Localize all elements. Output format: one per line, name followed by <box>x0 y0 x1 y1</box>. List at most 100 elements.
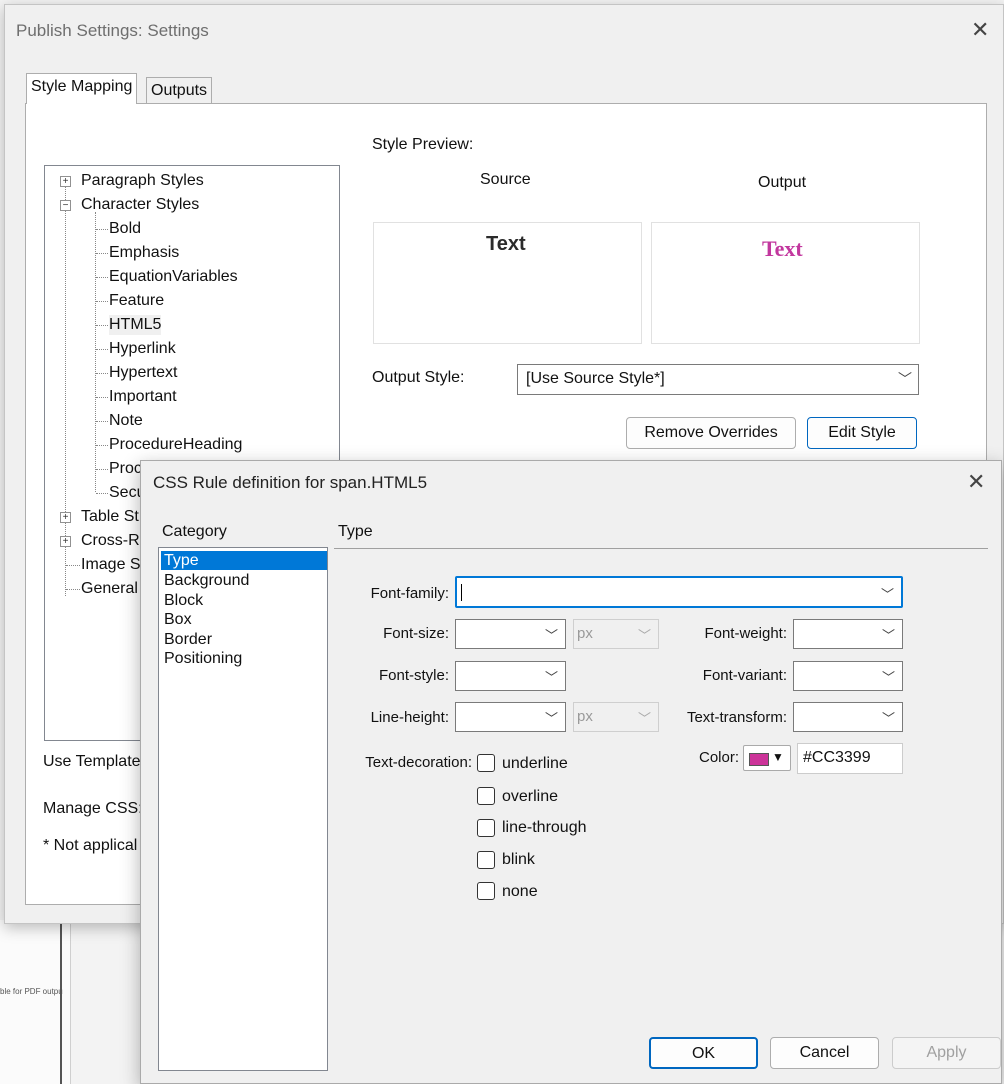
tree-item-important[interactable]: Important <box>109 387 177 407</box>
tree-item-html5[interactable]: HTML5 <box>109 315 162 335</box>
font-family-input[interactable]: ﹀ <box>455 576 903 608</box>
underline-checkbox[interactable] <box>477 754 495 772</box>
tree-item-general[interactable]: General <box>81 579 138 599</box>
line-height-unit-select[interactable]: px ﹀ <box>573 702 659 732</box>
tree-expand-icon[interactable]: + <box>60 536 71 547</box>
tree-item-hypertext[interactable]: Hypertext <box>109 363 177 383</box>
tree-line <box>96 253 108 254</box>
dialog-title: Publish Settings: Settings <box>16 21 209 40</box>
tree-line <box>96 445 108 446</box>
background-divider <box>60 920 62 1084</box>
blink-label: blink <box>502 851 535 868</box>
font-weight-label: Font-weight: <box>704 625 787 642</box>
tree-item-character-styles[interactable]: Character Styles <box>81 195 199 215</box>
category-item-block[interactable]: Block <box>164 591 203 610</box>
line-height-label: Line-height: <box>370 709 449 726</box>
output-style-select[interactable]: [Use Source Style*] ﹀ <box>517 364 919 395</box>
section-divider <box>334 548 988 549</box>
color-picker-button[interactable]: ▼ <box>743 745 791 771</box>
tree-item-procedureheading[interactable]: ProcedureHeading <box>109 435 242 455</box>
category-item-type[interactable]: Type <box>161 551 327 570</box>
line-through-label: line-through <box>502 819 587 836</box>
ok-button[interactable]: OK <box>649 1037 758 1069</box>
font-style-label: Font-style: <box>378 667 449 684</box>
manage-css-label: Manage CSS: <box>43 800 143 817</box>
chevron-down-icon: ﹀ <box>881 628 895 643</box>
close-icon[interactable]: ✕ <box>967 469 985 495</box>
tree-item-equationvariables[interactable]: EquationVariables <box>109 267 238 287</box>
category-item-background[interactable]: Background <box>164 571 249 590</box>
line-through-checkbox[interactable] <box>477 819 495 837</box>
chevron-down-icon: ﹀ <box>898 371 912 387</box>
font-size-label: Font-size: <box>383 625 449 642</box>
output-style-label: Output Style: <box>372 369 465 386</box>
close-icon[interactable]: ✕ <box>971 17 989 43</box>
use-template-label: Use Template <box>43 753 141 770</box>
chevron-down-icon: ﹀ <box>637 711 651 726</box>
category-item-positioning[interactable]: Positioning <box>164 649 242 668</box>
tree-line <box>96 349 108 350</box>
chevron-down-icon: ﹀ <box>637 628 651 643</box>
chevron-down-icon: ▼ <box>772 750 784 764</box>
font-style-select[interactable]: ﹀ <box>455 661 566 691</box>
tree-expand-icon[interactable]: + <box>60 512 71 523</box>
none-checkbox[interactable] <box>477 882 495 900</box>
category-item-border[interactable]: Border <box>164 630 212 649</box>
tree-line <box>96 301 108 302</box>
tree-line <box>96 325 108 326</box>
font-variant-select[interactable]: ﹀ <box>793 661 903 691</box>
output-preview: Text <box>651 222 920 344</box>
font-weight-select[interactable]: ﹀ <box>793 619 903 649</box>
text-transform-select[interactable]: ﹀ <box>793 702 903 732</box>
overline-checkbox[interactable] <box>477 787 495 805</box>
font-size-select[interactable]: ﹀ <box>455 619 566 649</box>
tree-expand-icon[interactable]: + <box>60 176 71 187</box>
tree-item-note[interactable]: Note <box>109 411 143 431</box>
edit-style-button[interactable]: Edit Style <box>807 417 917 449</box>
font-family-label: Font-family: <box>370 585 449 602</box>
tree-line <box>96 229 108 230</box>
source-preview-text: Text <box>486 233 526 255</box>
chevron-down-icon: ﹀ <box>544 628 558 643</box>
tree-item-emphasis[interactable]: Emphasis <box>109 243 179 263</box>
tree-line <box>96 469 108 470</box>
tree-item-proc[interactable]: Proc <box>109 459 142 479</box>
output-label: Output <box>758 174 807 191</box>
tab-outputs[interactable]: Outputs <box>146 77 213 104</box>
tree-item-hyperlink[interactable]: Hyperlink <box>109 339 176 359</box>
background-pdf-note: ble for PDF outpu <box>0 987 63 996</box>
apply-button[interactable]: Apply <box>892 1037 1001 1069</box>
category-label: Category <box>162 523 227 540</box>
category-list[interactable]: Type Background Block Box Border Positio… <box>158 547 328 1071</box>
chevron-down-icon: ﹀ <box>880 587 894 602</box>
tab-style-mapping[interactable]: Style Mapping <box>26 73 138 104</box>
tree-collapse-icon[interactable]: − <box>60 200 71 211</box>
category-item-box[interactable]: Box <box>164 610 192 629</box>
tree-item-cross-ref[interactable]: Cross-R <box>81 531 140 551</box>
output-preview-text: Text <box>762 236 803 261</box>
tree-item-image[interactable]: Image S <box>81 555 141 575</box>
tree-item-table-styles[interactable]: Table St <box>81 507 139 527</box>
tree-item-paragraph-styles[interactable]: Paragraph Styles <box>81 171 204 191</box>
blink-checkbox[interactable] <box>477 851 495 869</box>
tree-line <box>96 493 108 494</box>
tree-line <box>96 277 108 278</box>
font-size-unit: px <box>577 625 593 642</box>
line-height-select[interactable]: ﹀ <box>455 702 566 732</box>
line-height-unit: px <box>577 708 593 725</box>
color-value-input[interactable]: #CC3399 <box>797 743 903 774</box>
cancel-button[interactable]: Cancel <box>770 1037 879 1069</box>
source-preview: Text <box>373 222 642 344</box>
remove-overrides-button[interactable]: Remove Overrides <box>626 417 796 449</box>
tree-line <box>66 565 80 566</box>
source-label: Source <box>480 171 531 188</box>
tree-line <box>65 186 66 596</box>
text-decoration-label: Text-decoration: <box>365 754 472 771</box>
font-size-unit-select[interactable]: px ﹀ <box>573 619 659 649</box>
underline-label: underline <box>502 755 568 772</box>
tree-item-feature[interactable]: Feature <box>109 291 164 311</box>
text-cursor <box>461 584 462 601</box>
tree-item-bold[interactable]: Bold <box>109 219 141 239</box>
overline-label: overline <box>502 788 559 805</box>
css-rule-dialog: CSS Rule definition for span.HTML5 ✕ Cat… <box>140 460 1002 1084</box>
